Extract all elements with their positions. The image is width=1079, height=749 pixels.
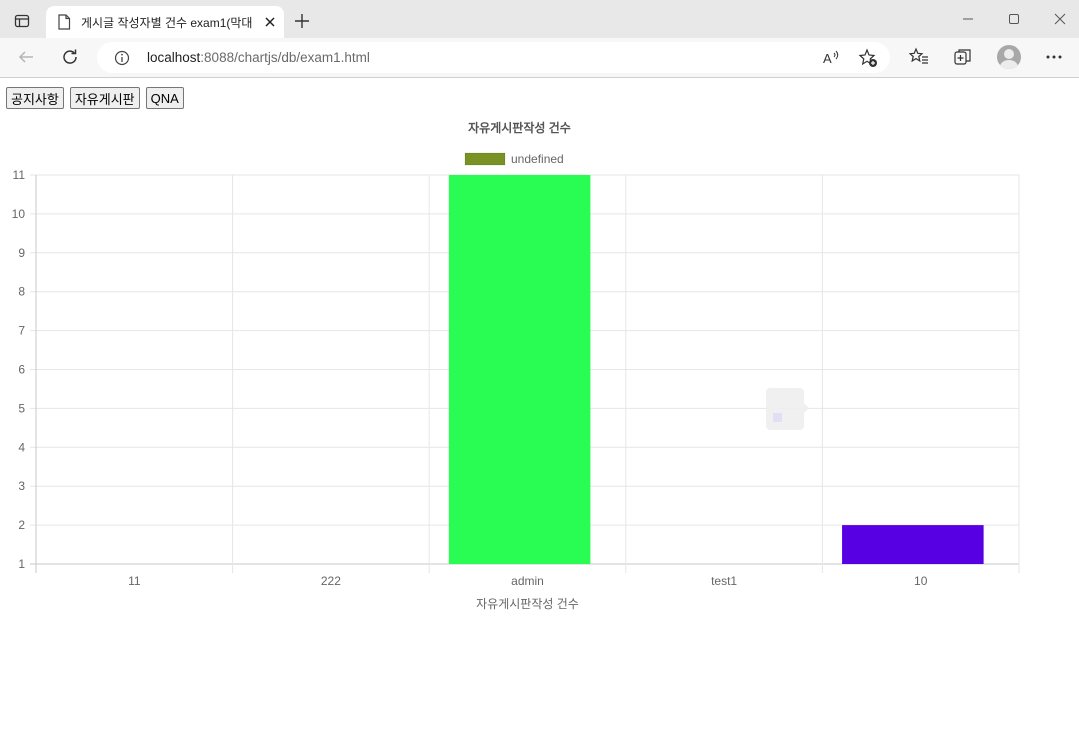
legend-swatch bbox=[464, 152, 506, 166]
site-info-icon[interactable] bbox=[114, 50, 130, 66]
notice-button[interactable]: 공지사항 bbox=[6, 87, 64, 109]
refresh-icon[interactable] bbox=[56, 43, 84, 71]
bar-chart: 자유게시판작성 건수 undefined 1 2 3 4 5 6 7 8 9 10 11 11 222 adm… bbox=[12, 120, 1020, 611]
free-board-button[interactable]: 자유게시판 bbox=[69, 87, 140, 109]
chart-title: 자유게시판작성 건수 bbox=[468, 120, 571, 135]
bar-10 bbox=[842, 525, 984, 564]
avatar-body bbox=[1000, 60, 1018, 69]
x-tick-label: test1 bbox=[711, 574, 737, 588]
x-tick-label: 222 bbox=[321, 574, 341, 588]
y-tick-label: 8 bbox=[18, 285, 25, 299]
tab-actions-icon[interactable] bbox=[8, 7, 36, 35]
url-text: localhost:8088/chartjs/db/exam1.html bbox=[147, 50, 370, 65]
new-tab-icon[interactable] bbox=[290, 9, 314, 33]
read-aloud-icon[interactable]: A bbox=[819, 46, 843, 70]
maximize-icon[interactable] bbox=[1001, 6, 1027, 32]
y-tick-label: 9 bbox=[18, 246, 25, 260]
avatar-head bbox=[1004, 49, 1014, 59]
minimize-icon[interactable] bbox=[955, 6, 981, 32]
back-icon[interactable] bbox=[12, 43, 40, 71]
tab-close-icon[interactable] bbox=[261, 13, 279, 31]
x-axis-label: 자유게시판작성 건수 bbox=[476, 597, 579, 611]
browser-toolbar: localhost:8088/chartjs/db/exam1.html A bbox=[0, 38, 1079, 78]
y-tick-label: 6 bbox=[18, 363, 25, 377]
add-favorite-icon[interactable] bbox=[856, 46, 880, 70]
url-host: localhost bbox=[147, 50, 201, 65]
legend-label: undefined bbox=[511, 152, 564, 166]
floating-widget[interactable] bbox=[766, 388, 809, 430]
url-path: :8088/chartjs/db/exam1.html bbox=[200, 50, 370, 65]
y-tick-label: 3 bbox=[18, 479, 25, 493]
y-tick-label: 10 bbox=[12, 207, 26, 221]
browser-titlebar: 게시글 작성자별 건수 exam1(막대 bbox=[0, 0, 1079, 38]
favorites-icon[interactable] bbox=[905, 43, 933, 71]
x-tick-label: 10 bbox=[914, 574, 928, 588]
close-window-icon[interactable] bbox=[1047, 6, 1073, 32]
widget-square-icon bbox=[773, 413, 782, 422]
y-tick-label: 2 bbox=[18, 518, 25, 532]
browser-tab[interactable]: 게시글 작성자별 건수 exam1(막대 bbox=[46, 6, 284, 38]
y-tick-label: 1 bbox=[18, 557, 25, 571]
x-tick-label: admin bbox=[511, 574, 544, 588]
svg-text:A: A bbox=[823, 51, 832, 66]
widget-tip bbox=[804, 403, 809, 413]
y-tick-label: 11 bbox=[13, 168, 26, 182]
address-bar[interactable]: localhost:8088/chartjs/db/exam1.html A bbox=[97, 42, 890, 73]
y-tick-label: 4 bbox=[18, 440, 25, 454]
tab-title: 게시글 작성자별 건수 exam1(막대 bbox=[81, 15, 253, 30]
qna-button[interactable]: QNA bbox=[145, 87, 184, 109]
page-icon bbox=[57, 14, 71, 30]
y-tick-label: 7 bbox=[18, 324, 25, 338]
y-tick-label: 5 bbox=[18, 401, 25, 415]
bar-admin bbox=[448, 175, 591, 564]
board-nav: 공지사항 자유게시판 QNA bbox=[6, 87, 184, 109]
x-tick-label: 11 bbox=[128, 574, 141, 588]
profile-avatar[interactable] bbox=[997, 45, 1021, 69]
more-menu-icon[interactable] bbox=[1040, 43, 1068, 71]
collections-icon[interactable] bbox=[949, 43, 977, 71]
